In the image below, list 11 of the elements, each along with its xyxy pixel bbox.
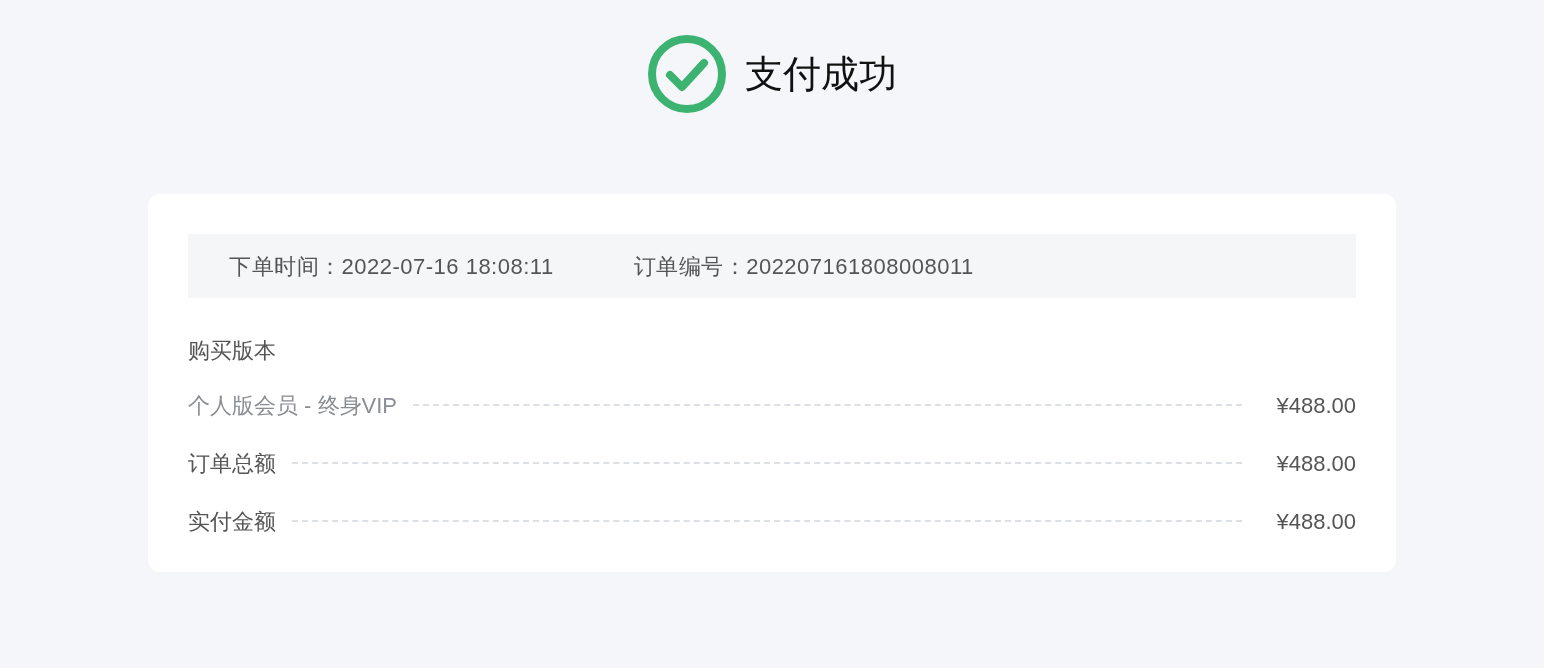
line-label: 个人版会员 - 终身VIP bbox=[188, 391, 397, 420]
line-amount: ¥488.00 bbox=[1276, 391, 1356, 420]
line-amount: ¥488.00 bbox=[1276, 507, 1356, 536]
line-amount: ¥488.00 bbox=[1276, 449, 1356, 478]
order-info-text: 下单时间：2022-07-16 18:08:11 bbox=[229, 252, 554, 281]
line-label: 订单总额 bbox=[188, 449, 276, 478]
check-circle-icon bbox=[647, 34, 727, 114]
line-label: 实付金额 bbox=[188, 507, 276, 536]
order-info-text: 订单编号：202207161808008011 bbox=[633, 252, 974, 281]
page-title: 支付成功 bbox=[745, 51, 897, 97]
section-title: 购买版本 bbox=[188, 337, 277, 365]
